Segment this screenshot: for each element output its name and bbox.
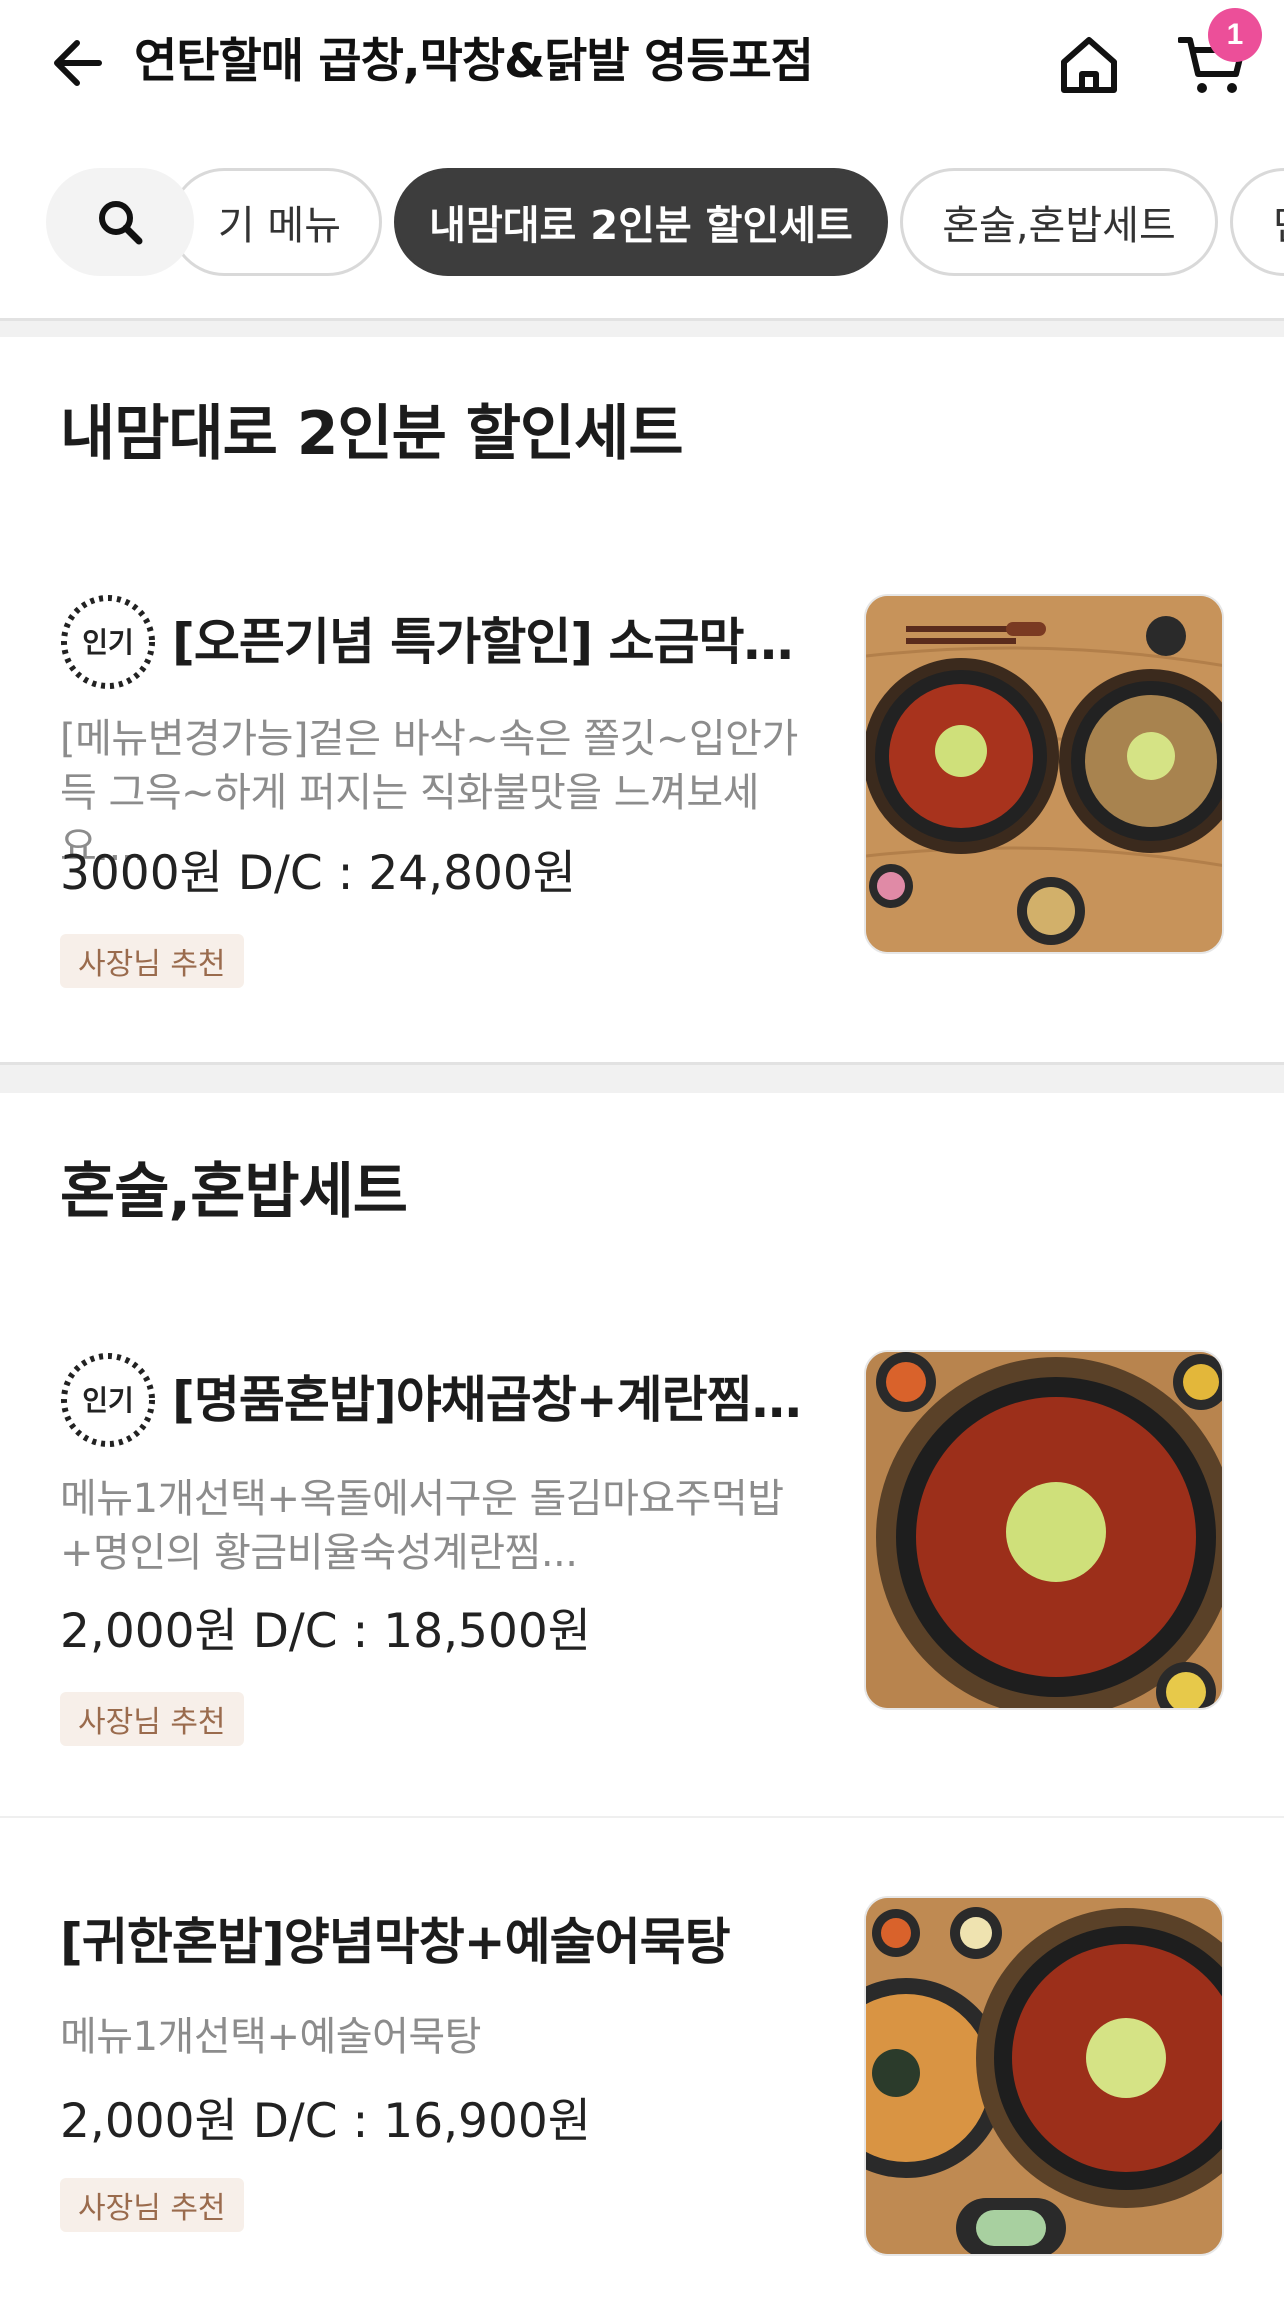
store-title: 연탄할매 곱창,막창&닭발 영등포점: [134, 34, 814, 89]
search-button[interactable]: [46, 168, 194, 276]
item-price: 2,000원 D/C : 16,900원: [60, 2094, 591, 2149]
item-name-row: 인기 [명품혼밥]야채곱창+계란찜+돌김마요주먹밥: [60, 1350, 820, 1450]
menu-item[interactable]: 인기 [명품혼밥]야채곱창+계란찜+돌김마요주먹밥 메뉴1개선택+옥돌에서구운 …: [0, 1350, 1284, 1770]
tab-2person-set[interactable]: 내맘대로 2인분 할인세트: [394, 168, 888, 276]
home-icon: [1061, 37, 1117, 93]
section-gap: [0, 1065, 1284, 1093]
item-name-row: [귀한혼밥]양념막창+예술어묵탕: [60, 1892, 820, 1992]
section-title: 내맘대로 2인분 할인세트: [60, 399, 684, 469]
item-price: 2,000원 D/C : 18,500원: [60, 1604, 591, 1659]
food-image: [866, 1898, 1222, 2254]
cart-count-badge: 1: [1208, 8, 1262, 62]
item-name: [명품혼밥]야채곱창+계란찜+돌김마요주먹밥: [172, 1371, 820, 1429]
tab-popular-menu[interactable]: 기 메뉴: [170, 168, 382, 276]
menu-photo: [864, 1350, 1224, 1710]
recommend-badge: 사장님 추천: [60, 934, 244, 988]
menu-photo: [864, 1896, 1224, 2256]
menu-item[interactable]: 인기 [오픈기념 특가할인] 소금막창+양념막창 [메뉴변경가능]겉은 바삭~속…: [0, 592, 1284, 1012]
back-button[interactable]: [40, 28, 110, 98]
recommend-badge: 사장님 추천: [60, 1692, 244, 1746]
tab-solo-set[interactable]: 혼술,혼밥세트: [900, 168, 1218, 276]
menu-photo: [864, 594, 1224, 954]
app-header: 연탄할매 곱창,막창&닭발 영등포점 1: [0, 0, 1284, 130]
search-icon: [99, 201, 143, 245]
item-name-row: 인기 [오픈기념 특가할인] 소금막창+양념막창: [60, 592, 820, 692]
item-divider: [0, 1816, 1284, 1818]
item-description: 메뉴1개선택+예술어묵탕: [60, 2014, 481, 2060]
section-gap: [0, 321, 1284, 337]
menu-item[interactable]: [귀한혼밥]양념막창+예술어묵탕 메뉴1개선택+예술어묵탕 2,000원 D/C…: [0, 1892, 1284, 2292]
tab-next-category[interactable]: 단: [1230, 168, 1284, 276]
popular-label: 인기: [82, 626, 134, 659]
popular-badge-icon: 인기: [61, 1353, 155, 1447]
food-image: [866, 596, 1222, 952]
arrow-left-icon: [54, 40, 102, 86]
home-button[interactable]: [1052, 28, 1126, 102]
popular-badge-icon: 인기: [61, 595, 155, 689]
item-description: 메뉴1개선택+옥돌에서구운 돌김마요주먹밥+명인의 황금비율숙성계란찜...: [60, 1476, 784, 1576]
item-name: [귀한혼밥]양념막창+예술어묵탕: [60, 1913, 730, 1971]
recommend-badge: 사장님 추천: [60, 2178, 244, 2232]
food-image: [866, 1352, 1222, 1708]
item-price: 3000원 D/C : 24,800원: [60, 846, 577, 901]
item-name: [오픈기념 특가할인] 소금막창+양념막창: [172, 613, 820, 671]
category-tabs: 기 메뉴 내맘대로 2인분 할인세트 혼술,혼밥세트 단: [0, 150, 1284, 290]
popular-label: 인기: [82, 1384, 134, 1417]
section-title: 혼술,혼밥세트: [60, 1157, 408, 1227]
